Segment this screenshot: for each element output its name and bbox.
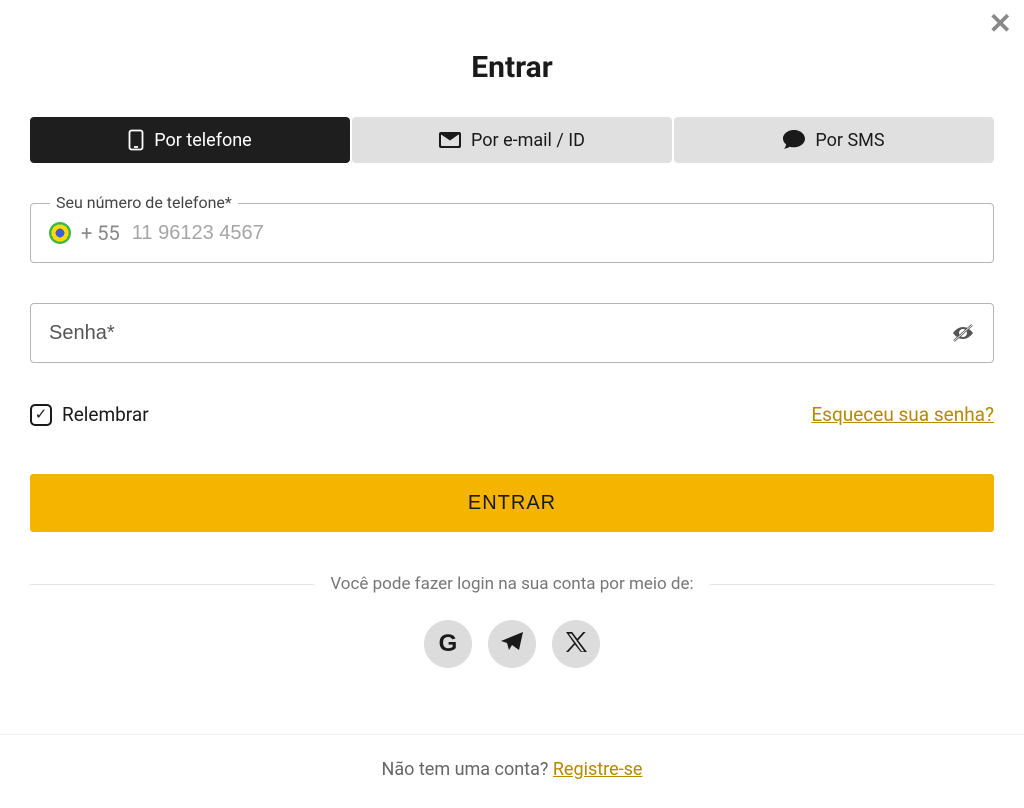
google-login-button[interactable]: G <box>424 620 472 668</box>
social-divider: Você pode fazer login na sua conta por m… <box>30 574 994 594</box>
remember-label: Relembrar <box>62 403 149 426</box>
close-button[interactable]: ✕ <box>989 10 1012 38</box>
remember-checkbox-wrap[interactable]: ✓ Relembrar <box>30 403 149 426</box>
phone-field-label: Seu número de telefone* <box>50 193 238 212</box>
divider-line <box>30 584 314 585</box>
register-link[interactable]: Registre-se <box>553 759 643 780</box>
remember-row: ✓ Relembrar Esqueceu sua senha? <box>30 403 994 426</box>
tab-sms[interactable]: Por SMS <box>674 117 994 163</box>
envelope-icon <box>439 132 461 148</box>
phone-field-wrap: Seu número de telefone* + 55 <box>30 203 994 263</box>
telegram-login-button[interactable] <box>488 620 536 668</box>
tab-phone-label: Por telefone <box>154 130 251 151</box>
brazil-flag-icon[interactable] <box>49 222 71 244</box>
phone-field[interactable]: + 55 <box>30 203 994 263</box>
forgot-password-link[interactable]: Esqueceu sua senha? <box>811 403 994 426</box>
submit-button[interactable]: ENTRAR <box>30 474 994 532</box>
login-method-tabs: Por telefone Por e-mail / ID Por SMS <box>30 117 994 163</box>
password-field[interactable] <box>30 303 994 363</box>
speech-bubble-icon <box>783 130 805 150</box>
footer-text: Não tem uma conta? <box>382 759 553 780</box>
page-title: Entrar <box>30 50 994 85</box>
tab-sms-label: Por SMS <box>815 130 884 151</box>
tab-phone[interactable]: Por telefone <box>30 117 350 163</box>
phone-input[interactable] <box>132 222 975 245</box>
telegram-icon <box>500 631 524 657</box>
login-modal: Entrar Por telefone Por e-mail / ID Por … <box>0 0 1024 668</box>
phone-icon <box>128 129 144 151</box>
phone-prefix[interactable]: + 55 <box>81 221 120 245</box>
tab-email-label: Por e-mail / ID <box>471 130 585 151</box>
divider-line <box>710 584 994 585</box>
remember-checkbox[interactable]: ✓ <box>30 404 52 426</box>
social-divider-text: Você pode fazer login na sua conta por m… <box>330 574 693 594</box>
x-login-button[interactable] <box>552 620 600 668</box>
footer: Não tem uma conta? Registre-se <box>0 734 1024 780</box>
google-icon: G <box>439 630 458 658</box>
password-input[interactable] <box>49 322 951 345</box>
password-field-wrap <box>30 303 994 363</box>
x-icon <box>565 631 587 657</box>
toggle-password-visibility-icon[interactable] <box>951 323 975 343</box>
social-login-row: G <box>30 620 994 668</box>
tab-email[interactable]: Por e-mail / ID <box>352 117 672 163</box>
